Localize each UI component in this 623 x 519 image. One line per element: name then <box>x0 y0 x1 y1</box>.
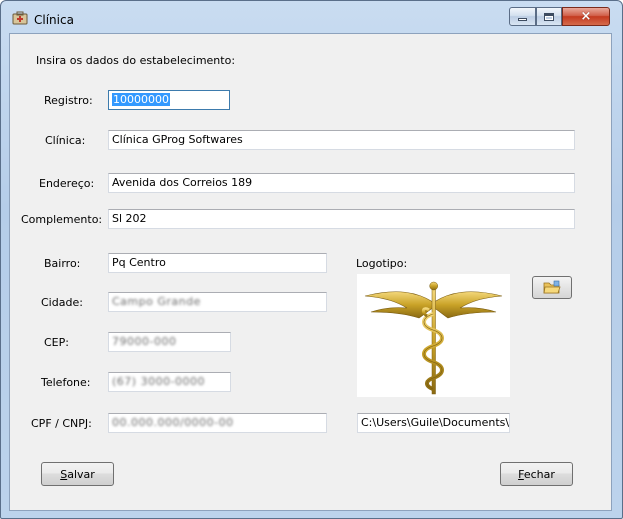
logotipo-label: Logotipo: <box>356 257 408 270</box>
cidade-label: Cidade: <box>41 296 83 309</box>
cep-value: 79000-000 <box>112 335 177 348</box>
cidade-value: Campo Grande <box>112 295 201 308</box>
cep-input[interactable]: 79000-000 <box>108 332 231 352</box>
clinica-label: Clínica: <box>45 134 86 147</box>
complemento-label: Complemento: <box>21 213 103 226</box>
minimize-icon <box>518 18 527 21</box>
close-button-label: Fechar <box>518 467 555 481</box>
save-button-label: Salvar <box>60 467 95 481</box>
registro-label: Registro: <box>44 94 93 107</box>
cep-label: CEP: <box>44 336 69 349</box>
cpf-cnpj-label: CPF / CNPJ: <box>31 417 92 430</box>
cpf-cnpj-value: 00.000.000/0000-00 <box>112 416 234 429</box>
close-icon: × <box>580 9 592 24</box>
telefone-input[interactable]: (67) 3000-0000 <box>108 372 231 392</box>
minimize-button[interactable] <box>509 7 536 26</box>
title-bar[interactable]: Clínica × <box>1 1 622 33</box>
form-panel: Insira os dados do estabelecimento: Regi… <box>9 33 612 511</box>
endereco-input[interactable]: Avenida dos Correios 189 <box>108 173 575 193</box>
close-button[interactable]: × <box>562 7 610 26</box>
folder-icon <box>543 280 561 294</box>
complemento-input[interactable]: Sl 202 <box>108 209 575 229</box>
logo-preview[interactable] <box>357 274 510 397</box>
intro-text: Insira os dados do estabelecimento: <box>36 54 236 67</box>
clinica-input[interactable]: Clínica GProg Softwares <box>108 130 575 150</box>
telefone-label: Telefone: <box>41 376 91 389</box>
telefone-value: (67) 3000-0000 <box>112 375 206 388</box>
maximize-button[interactable] <box>536 7 562 26</box>
registro-input[interactable]: 10000000 <box>108 90 230 110</box>
window-title: Clínica <box>34 13 74 27</box>
logo-path-input[interactable]: C:\Users\Guile\Documents\Proj <box>357 413 510 433</box>
app-icon <box>12 11 28 25</box>
cpf-cnpj-input[interactable]: 00.000.000/0000-00 <box>108 413 327 433</box>
close-form-button[interactable]: Fechar <box>500 462 573 486</box>
caduceus-icon <box>364 281 503 395</box>
endereco-label: Endereço: <box>39 177 95 190</box>
maximize-icon <box>544 12 554 21</box>
bairro-input[interactable]: Pq Centro <box>108 253 327 273</box>
bairro-label: Bairro: <box>44 257 81 270</box>
save-button[interactable]: Salvar <box>41 462 114 486</box>
browse-logo-button[interactable] <box>532 276 572 299</box>
app-window: Clínica × Insira os dados do estabelecim… <box>0 0 623 519</box>
registro-value: 10000000 <box>112 93 170 106</box>
cidade-input[interactable]: Campo Grande <box>108 292 327 312</box>
